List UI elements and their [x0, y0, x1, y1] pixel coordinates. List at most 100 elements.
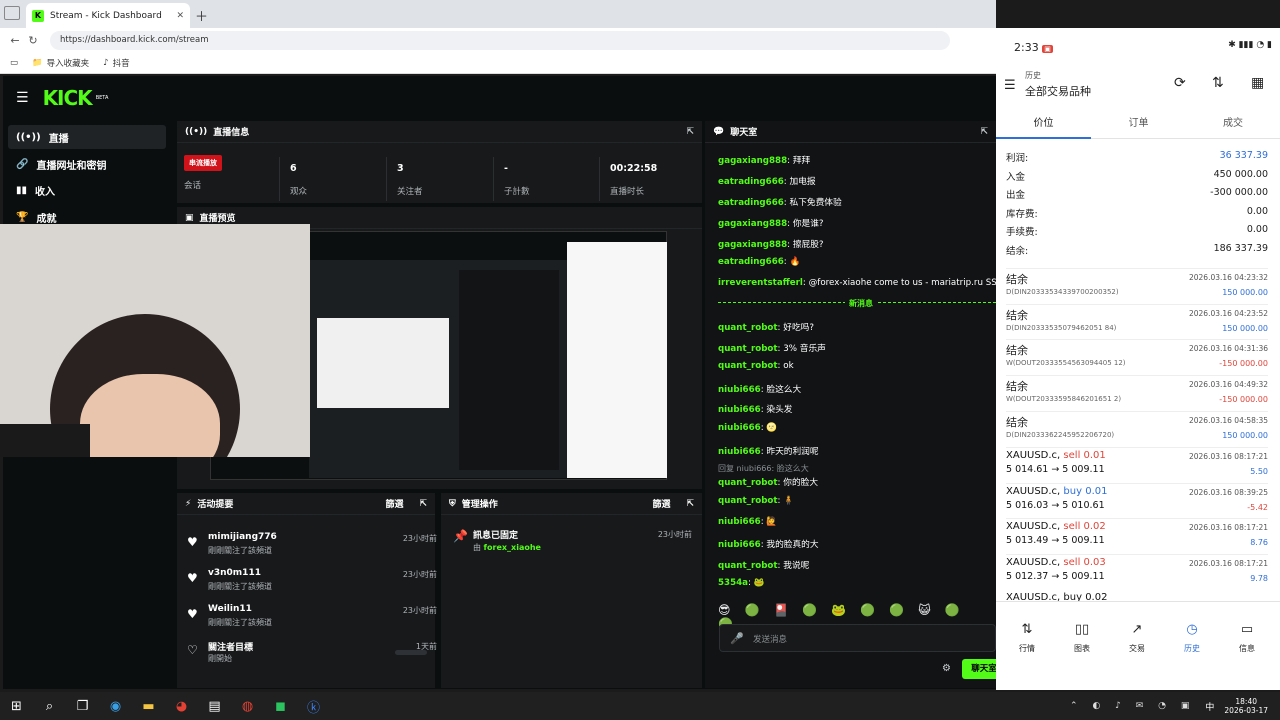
chat-username[interactable]: eatrading666 — [718, 198, 784, 208]
tab-deals[interactable]: 成交 — [1186, 114, 1280, 129]
trade-row[interactable]: XAUUSD.c, sell 0.03 5 012.37 → 5 009.11 … — [1006, 553, 1268, 589]
chat-username[interactable]: quant_robot — [718, 561, 778, 571]
task-view-icon[interactable]: ❐ — [66, 699, 99, 714]
back-icon[interactable]: ← — [6, 34, 24, 47]
calendar-icon[interactable]: ▦ — [1251, 75, 1264, 91]
clock[interactable]: 18:40 2026-03-17 — [1224, 697, 1268, 715]
tab-positions[interactable]: 价位 — [996, 114, 1091, 129]
bookmark-douyin[interactable]: ♪ 抖音 — [103, 57, 129, 69]
chat-message[interactable]: 5354a: 🐸 — [718, 578, 765, 588]
system-tray-icons[interactable]: ⌃ ◐ ♪ ✉ ◔ ▣ — [1070, 701, 1195, 711]
chat-username[interactable]: niubi666 — [718, 540, 761, 550]
chat-message[interactable]: eatrading666: 加电报 — [718, 174, 816, 187]
mod-filter-button[interactable]: 篩選 — [652, 497, 670, 510]
trade-row[interactable]: XAUUSD.c, buy 0.01 5 016.03 → 5 010.61 2… — [1006, 482, 1268, 518]
balance-deal-row[interactable]: 结余 D(DIN2033362245952206720) 2026.03.16 … — [1006, 410, 1268, 446]
app-icon[interactable]: ◍ — [231, 699, 264, 714]
chat-message[interactable]: quant_robot: 🧍 — [718, 496, 794, 506]
chat-username[interactable]: niubi666 — [718, 447, 761, 457]
ime-indicator[interactable]: 中 — [1205, 700, 1214, 713]
popout-icon[interactable]: ⇱ — [686, 499, 694, 509]
files-icon[interactable]: ▤ — [198, 699, 231, 714]
balance-deal-row[interactable]: 结余 D(DIN20333535079462051 84) 2026.03.16… — [1006, 303, 1268, 339]
balance-deal-row[interactable]: 结余 D(DIN20333534339700200352) 2026.03.16… — [1006, 268, 1268, 303]
balance-deal-row[interactable]: 结余 W(DOUT20333595846201651 2) 2026.03.16… — [1006, 375, 1268, 410]
browser-tab[interactable]: K Stream - Kick Dashboard ✕ — [26, 3, 190, 28]
balance-deal-row[interactable]: 结余 W(DOUT20333554563094405 12) 2026.03.1… — [1006, 339, 1268, 374]
chat-message[interactable]: quant_robot: 3% 音乐声 — [718, 341, 826, 354]
settings-gear-icon[interactable]: ⚙ — [942, 663, 951, 674]
explorer-icon[interactable]: ▬ — [132, 699, 165, 714]
edge-icon[interactable]: ◉ — [99, 699, 132, 714]
chat-input[interactable]: 🎤 发送消息 — [719, 624, 996, 652]
trade-row[interactable]: XAUUSD.c, sell 0.02 5 013.49 → 5 009.11 … — [1006, 518, 1268, 553]
nav-quotes[interactable]: ⇅ 行情 — [999, 622, 1055, 654]
chat-message[interactable]: niubi666: 染头发 — [718, 402, 792, 415]
chat-username[interactable]: gagaxiang888 — [718, 219, 787, 229]
kick-app-icon[interactable]: ⓚ — [297, 697, 330, 716]
chat-message[interactable]: quant_robot: 好吃吗? — [718, 320, 814, 333]
nav-history[interactable]: ◷ 历史 — [1164, 622, 1220, 654]
chat-username[interactable]: 5354a — [718, 578, 748, 588]
close-tab-icon[interactable]: ✕ — [176, 11, 184, 21]
sidebar-item-stream[interactable]: ((•)) 直播 — [8, 125, 166, 149]
chat-username[interactable]: niubi666 — [718, 517, 761, 527]
trade-row[interactable]: XAUUSD.c, sell 0.01 5 014.61 → 5 009.11 … — [1006, 447, 1268, 482]
chat-message[interactable]: gagaxiang888: 你是谁? — [718, 216, 824, 229]
chat-username[interactable]: niubi666 — [718, 405, 761, 415]
kick-logo[interactable]: KICK — [43, 86, 93, 110]
reload-icon[interactable]: ↻ — [24, 34, 42, 47]
sidebar-toggle-icon[interactable]: ▭ — [10, 58, 18, 68]
nav-trade[interactable]: ↗ 交易 — [1109, 622, 1165, 654]
chat-username[interactable]: irreverentstafferl — [718, 278, 803, 288]
chat-username[interactable]: eatrading666 — [718, 257, 784, 267]
activity-filter-button[interactable]: 篩選 — [385, 497, 403, 510]
chat-message[interactable]: quant_robot: ok — [718, 361, 794, 371]
chat-message[interactable]: niubi666: 🌝 — [718, 423, 777, 433]
new-tab-icon[interactable]: ＋ — [195, 6, 208, 25]
tab-actions-icon[interactable] — [4, 6, 20, 20]
popout-icon[interactable]: ⇱ — [980, 127, 988, 137]
chat-message[interactable]: quant_robot: 你的脸大 — [718, 475, 818, 488]
nav-messages[interactable]: ▭ 信息 — [1219, 622, 1275, 654]
chat-username[interactable]: niubi666 — [718, 423, 761, 433]
tab-orders[interactable]: 订单 — [1091, 114, 1186, 129]
popout-icon[interactable]: ⇱ — [419, 499, 427, 509]
chat-username[interactable]: quant_robot — [718, 344, 778, 354]
sidebar-item-revenue[interactable]: ▮▮ 收入 — [8, 178, 166, 202]
chat-message[interactable]: gagaxiang888: 擦屁股? — [718, 237, 824, 250]
chat-message[interactable]: quant_robot: 我说呢 — [718, 558, 809, 571]
menu-icon[interactable]: ☰ — [1004, 78, 1016, 93]
chat-message[interactable]: gagaxiang888: 拜拜 — [718, 153, 810, 166]
refresh-icon[interactable]: ⟳ — [1174, 75, 1186, 91]
chat-username[interactable]: quant_robot — [718, 361, 778, 371]
chat-username[interactable]: gagaxiang888 — [718, 240, 787, 250]
chat-username[interactable]: quant_robot — [718, 323, 778, 333]
chat-message[interactable]: eatrading666: 🔥 — [718, 257, 800, 267]
sidebar-item-stream-key[interactable]: 🔗 直播网址和密钥 — [8, 152, 166, 176]
search-icon[interactable]: ⌕ — [33, 699, 66, 714]
chat-username[interactable]: quant_robot — [718, 496, 778, 506]
chat-message[interactable]: irreverentstafferl: @forex-xiaohe come t… — [718, 278, 996, 288]
chrome-icon[interactable]: ◕ — [165, 699, 198, 714]
chat-message[interactable]: niubi666: 我的脸真的大 — [718, 537, 819, 550]
chat-username[interactable]: quant_robot — [718, 478, 778, 488]
popout-icon[interactable]: ⇱ — [686, 127, 694, 137]
start-icon[interactable]: ⊞ — [0, 699, 33, 714]
sort-icon[interactable]: ⇅ — [1212, 75, 1224, 91]
chat-message[interactable]: eatrading666: 私下免费体验 — [718, 195, 842, 208]
url-field[interactable]: https://dashboard.kick.com/stream — [50, 30, 950, 50]
chat-username[interactable]: niubi666 — [718, 385, 761, 395]
chat-message[interactable]: niubi666: 脸这么大 — [718, 382, 801, 395]
send-chat-button[interactable]: 聊天室 — [962, 659, 996, 679]
chat-message[interactable]: niubi666: 昨天的利润呢 — [718, 444, 819, 457]
nav-chart[interactable]: ▯▯ 图表 — [1054, 622, 1110, 654]
chat-username[interactable]: gagaxiang888 — [718, 156, 787, 166]
chat-message[interactable]: niubi666: 🙋 — [718, 517, 777, 527]
menu-icon[interactable]: ☰ — [16, 90, 29, 106]
mic-icon[interactable]: 🎤 — [730, 632, 744, 645]
wechat-icon[interactable]: ◼ — [264, 699, 297, 714]
chat-username[interactable]: eatrading666 — [718, 177, 784, 187]
bookmark-import[interactable]: 📁 导入收藏夹 — [32, 57, 89, 69]
header-title[interactable]: 全部交易品种 — [1025, 83, 1091, 99]
